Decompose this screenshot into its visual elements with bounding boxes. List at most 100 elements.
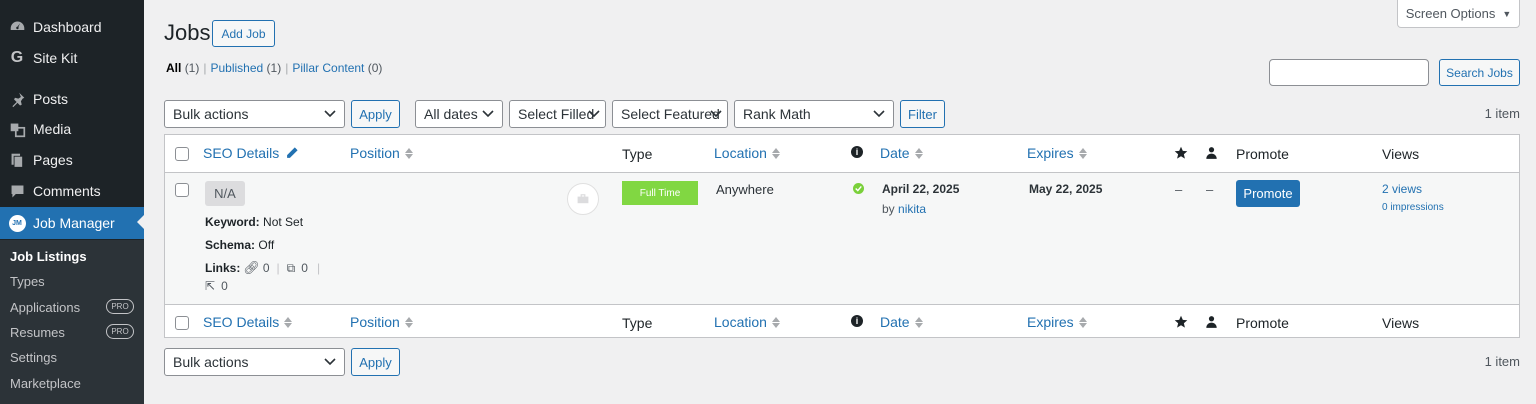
media-icon bbox=[8, 120, 26, 138]
view-all[interactable]: All (1) bbox=[166, 61, 199, 75]
submenu-job-listings[interactable]: Job Listings bbox=[10, 249, 87, 264]
col-position[interactable]: Position bbox=[350, 145, 413, 161]
job-expires: May 22, 2025 bbox=[1029, 182, 1103, 196]
status-views: All (1) | Published (1) | Pillar Content… bbox=[166, 61, 382, 75]
select-all-checkbox[interactable] bbox=[175, 147, 189, 161]
pencil-icon bbox=[287, 147, 298, 158]
view-pillar-content[interactable]: Pillar Content (0) bbox=[292, 61, 382, 75]
filter-button[interactable]: Filter bbox=[900, 100, 945, 128]
jobs-table: SEO Details Position Type Location i Dat… bbox=[164, 134, 1520, 338]
promote-button[interactable]: Promote bbox=[1236, 180, 1300, 207]
screen-options-label: Screen Options bbox=[1405, 6, 1496, 21]
chevron-down-icon bbox=[710, 110, 722, 118]
info-icon: i bbox=[851, 315, 863, 327]
col-location[interactable]: Location bbox=[714, 145, 780, 161]
menu-site-kit[interactable]: G Site Kit bbox=[0, 43, 144, 73]
menu-posts[interactable]: Posts bbox=[0, 84, 144, 114]
sort-icon bbox=[1078, 147, 1087, 159]
seo-incoming-links: ⇱ 0 bbox=[205, 279, 228, 293]
table-footer: SEO Details Position Type Location i Dat… bbox=[165, 304, 1519, 341]
seo-keyword: Keyword: Not Set bbox=[205, 215, 304, 229]
views-link[interactable]: 2 views bbox=[1382, 182, 1422, 196]
bulk-actions-value: Bulk actions bbox=[173, 106, 249, 122]
menu-label: Site Kit bbox=[33, 50, 78, 66]
table-header: SEO Details Position Type Location i Dat… bbox=[165, 135, 1519, 172]
submenu-types[interactable]: Types bbox=[10, 274, 45, 289]
dates-value: All dates bbox=[424, 106, 478, 122]
apply-button[interactable]: Apply bbox=[351, 100, 400, 128]
sort-icon bbox=[1078, 316, 1087, 328]
submenu-applications[interactable]: Applications bbox=[10, 300, 80, 315]
menu-pages[interactable]: Pages bbox=[0, 145, 144, 175]
filled-select[interactable]: Select Filled bbox=[509, 100, 606, 128]
dashboard-icon bbox=[8, 18, 26, 36]
menu-comments[interactable]: Comments bbox=[0, 176, 144, 206]
impressions-link[interactable]: 0 impressions bbox=[1382, 202, 1444, 213]
rank-math-select[interactable]: Rank Math bbox=[734, 100, 894, 128]
separator: | bbox=[203, 61, 207, 75]
items-count-bottom: 1 item bbox=[1484, 354, 1520, 369]
search-input[interactable] bbox=[1269, 59, 1429, 86]
col-views: Views bbox=[1382, 146, 1420, 162]
info-icon: i bbox=[851, 146, 863, 158]
seo-links: Links: 🔗︎ 0 | ⧉ 0 | bbox=[205, 260, 321, 275]
col-seo-details[interactable]: SEO Details bbox=[203, 145, 299, 161]
col-location[interactable]: Location bbox=[714, 314, 780, 330]
view-published[interactable]: Published (1) bbox=[210, 61, 281, 75]
person-icon bbox=[1205, 146, 1218, 160]
menu-label: Dashboard bbox=[33, 19, 102, 35]
sort-icon bbox=[914, 316, 923, 328]
sort-icon bbox=[771, 147, 780, 159]
star-icon bbox=[1174, 315, 1188, 329]
featured-value: – bbox=[1175, 182, 1183, 197]
dates-select[interactable]: All dates bbox=[415, 100, 503, 128]
menu-media[interactable]: Media bbox=[0, 114, 144, 144]
col-seo-details[interactable]: SEO Details bbox=[203, 314, 293, 330]
comment-icon bbox=[8, 182, 26, 200]
select-all-checkbox-footer[interactable] bbox=[175, 316, 189, 330]
col-expires[interactable]: Expires bbox=[1027, 145, 1087, 161]
chevron-down-icon bbox=[482, 110, 494, 118]
incoming-link-icon: ⇱ bbox=[205, 279, 216, 293]
col-type: Type bbox=[622, 146, 653, 162]
submenu-settings[interactable]: Settings bbox=[10, 350, 57, 365]
page-title: Jobs bbox=[164, 20, 211, 45]
featured-select[interactable]: Select Featured bbox=[612, 100, 728, 128]
col-expires[interactable]: Expires bbox=[1027, 314, 1087, 330]
author-link[interactable]: nikita bbox=[898, 202, 926, 216]
screen-options-button[interactable]: Screen Options ▼ bbox=[1397, 0, 1520, 28]
menu-label: Posts bbox=[33, 91, 69, 107]
sort-icon bbox=[914, 147, 923, 159]
person-icon bbox=[1205, 315, 1218, 329]
chevron-down-icon bbox=[873, 110, 885, 118]
bulk-actions-select-bottom[interactable]: Bulk actions bbox=[164, 348, 345, 376]
add-job-button[interactable]: Add Job bbox=[212, 20, 275, 47]
col-position[interactable]: Position bbox=[350, 314, 413, 330]
menu-job-manager[interactable]: JM Job Manager bbox=[0, 207, 144, 239]
sort-icon bbox=[404, 147, 413, 159]
menu-label: Job Manager bbox=[33, 215, 115, 231]
col-date[interactable]: Date bbox=[880, 145, 923, 161]
seo-score-badge: N/A bbox=[205, 181, 245, 206]
briefcase-placeholder-icon bbox=[567, 183, 599, 215]
separator: | bbox=[285, 61, 289, 75]
link-icon: 🔗︎ bbox=[243, 260, 260, 275]
search-jobs-button[interactable]: Search Jobs bbox=[1439, 59, 1520, 86]
job-manager-submenu: Job Listings Types Applications PRO Resu… bbox=[0, 240, 144, 404]
submenu-resumes[interactable]: Resumes bbox=[10, 325, 65, 340]
menu-dashboard[interactable]: Dashboard bbox=[0, 12, 144, 42]
row-checkbox[interactable] bbox=[175, 183, 189, 197]
submenu-marketplace[interactable]: Marketplace bbox=[10, 376, 81, 391]
col-promote: Promote bbox=[1236, 315, 1289, 331]
pro-badge: PRO bbox=[106, 324, 134, 339]
google-g-icon: G bbox=[10, 49, 24, 66]
job-date: April 22, 2025 bbox=[882, 182, 960, 196]
col-date[interactable]: Date bbox=[880, 314, 923, 330]
bulk-actions-value: Bulk actions bbox=[173, 354, 249, 370]
filled-value: – bbox=[1206, 182, 1214, 197]
apply-button-bottom[interactable]: Apply bbox=[351, 348, 400, 376]
items-count: 1 item bbox=[1484, 106, 1520, 121]
bulk-actions-select[interactable]: Bulk actions bbox=[164, 100, 345, 128]
sort-icon bbox=[284, 316, 293, 328]
external-link-icon: ⧉ bbox=[286, 260, 296, 275]
